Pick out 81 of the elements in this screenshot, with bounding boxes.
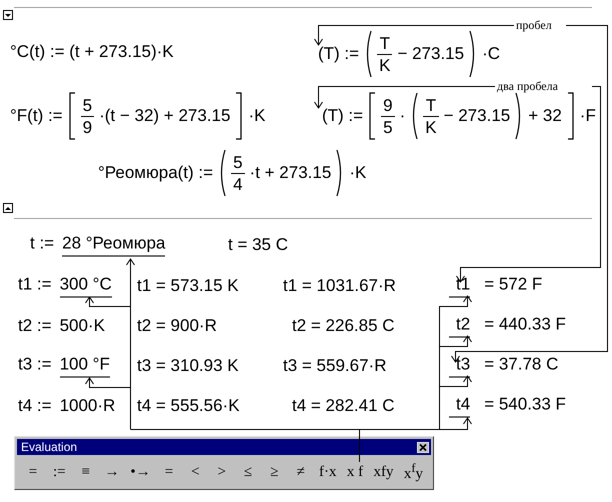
bracket-icon (368, 92, 376, 140)
operator-button[interactable]: = (158, 464, 179, 480)
placeholder-text: t3 (449, 354, 470, 378)
formula-text: − 273.15 (397, 44, 464, 64)
operator-button[interactable]: xfy (371, 464, 396, 480)
formula-text: · (400, 106, 406, 126)
denominator: K (424, 118, 438, 136)
operator-button[interactable]: := (49, 464, 70, 480)
parenthesis-icon (364, 30, 372, 78)
formula-text: − 273.15 (444, 106, 510, 126)
math-text: t4 := (18, 396, 52, 416)
region-marker-icon[interactable] (3, 10, 13, 20)
denominator: K (378, 56, 392, 74)
operator-button[interactable]: x$^{f}$y (402, 461, 425, 483)
formula-text: ·C (482, 44, 500, 64)
operator-button[interactable]: ≥ (264, 464, 284, 480)
math-text: t3 = 559.67·R (283, 356, 386, 376)
math-text: t := (30, 234, 54, 254)
math-text: = 37.78 C (484, 354, 558, 374)
operator-button[interactable]: > (212, 464, 232, 480)
placeholder-text: 28 °Реомюра (62, 234, 166, 256)
math-text: t2 = 226.85 C (292, 316, 395, 336)
math-text: 1000·R (60, 396, 116, 416)
formula-text: + 32 (528, 106, 562, 126)
math-text: t1 = 573.15 K (137, 276, 239, 296)
region-marker-icon[interactable] (3, 203, 13, 213)
formula-text: °Реомюра(t) := (98, 163, 214, 183)
annotation-label: пробел (516, 18, 552, 32)
bracket-icon (566, 92, 575, 140)
placeholder-text: t4 (449, 394, 470, 418)
formula-text: ·F (580, 106, 596, 126)
formula-text: ·t + 273.15 (250, 163, 332, 183)
math-text: = 572 F (484, 274, 542, 294)
formula-text: ·K (248, 106, 266, 126)
bracket-icon (68, 92, 76, 140)
denominator: 9 (82, 118, 94, 136)
bracket-icon (235, 92, 244, 140)
math-text: t2 := (18, 316, 52, 336)
operator-button[interactable]: → (102, 464, 122, 480)
operator-button[interactable]: < (185, 464, 206, 480)
math-text: t3 = 310.93 K (137, 356, 239, 376)
toolbar-title: Evaluation (21, 440, 78, 454)
numerator: T (424, 96, 438, 114)
parenthesis-icon (218, 149, 226, 197)
math-text: t1 := (18, 274, 52, 294)
formula-text: ·(t − 32) + 273.15 (99, 106, 230, 126)
math-text: t2 = 900·R (137, 316, 217, 336)
operator-button[interactable]: •→ (128, 464, 153, 480)
leader-line (359, 429, 360, 462)
operator-button[interactable]: x f (344, 464, 366, 480)
numerator: T (378, 34, 391, 52)
numerator: 5 (82, 96, 94, 114)
numerator: 9 (382, 96, 394, 114)
operator-button[interactable]: = (23, 464, 43, 480)
math-text: t1 = 1031.67·R (283, 276, 396, 296)
placeholder-text: t2 (449, 314, 470, 338)
formula-text: °C(t) := (t + 273.15)·K (10, 42, 174, 62)
math-text: t = 35 C (228, 235, 288, 255)
formula-text: (T) := (318, 44, 360, 64)
placeholder-text: 300 °C (60, 274, 112, 298)
placeholder-text: t1 (449, 274, 470, 298)
math-text: = 440.33 F (484, 314, 566, 334)
operator-button[interactable]: f·x (317, 464, 339, 480)
math-text: t4 = 282.41 C (292, 396, 395, 416)
formula-text: °F(t) := (10, 106, 63, 126)
annotation-label: два пробела (497, 79, 558, 93)
denominator: 5 (382, 118, 394, 136)
operator-button[interactable]: ≡ (76, 464, 96, 480)
placeholder-text: 100 °F (60, 354, 110, 378)
formula-text: (T) := (322, 106, 364, 126)
close-icon[interactable] (417, 442, 429, 452)
operator-button[interactable]: ≠ (290, 464, 311, 480)
denominator: 4 (232, 176, 244, 192)
math-text: t3 := (18, 354, 52, 374)
math-text: 500·K (60, 316, 105, 336)
operator-button[interactable]: ≤ (238, 464, 258, 480)
math-text: = 540.33 F (484, 394, 566, 414)
formula-text: ·K (349, 163, 366, 183)
parenthesis-icon (410, 92, 418, 140)
numerator: 5 (232, 154, 244, 170)
math-text: t4 = 555.56·K (137, 396, 240, 416)
